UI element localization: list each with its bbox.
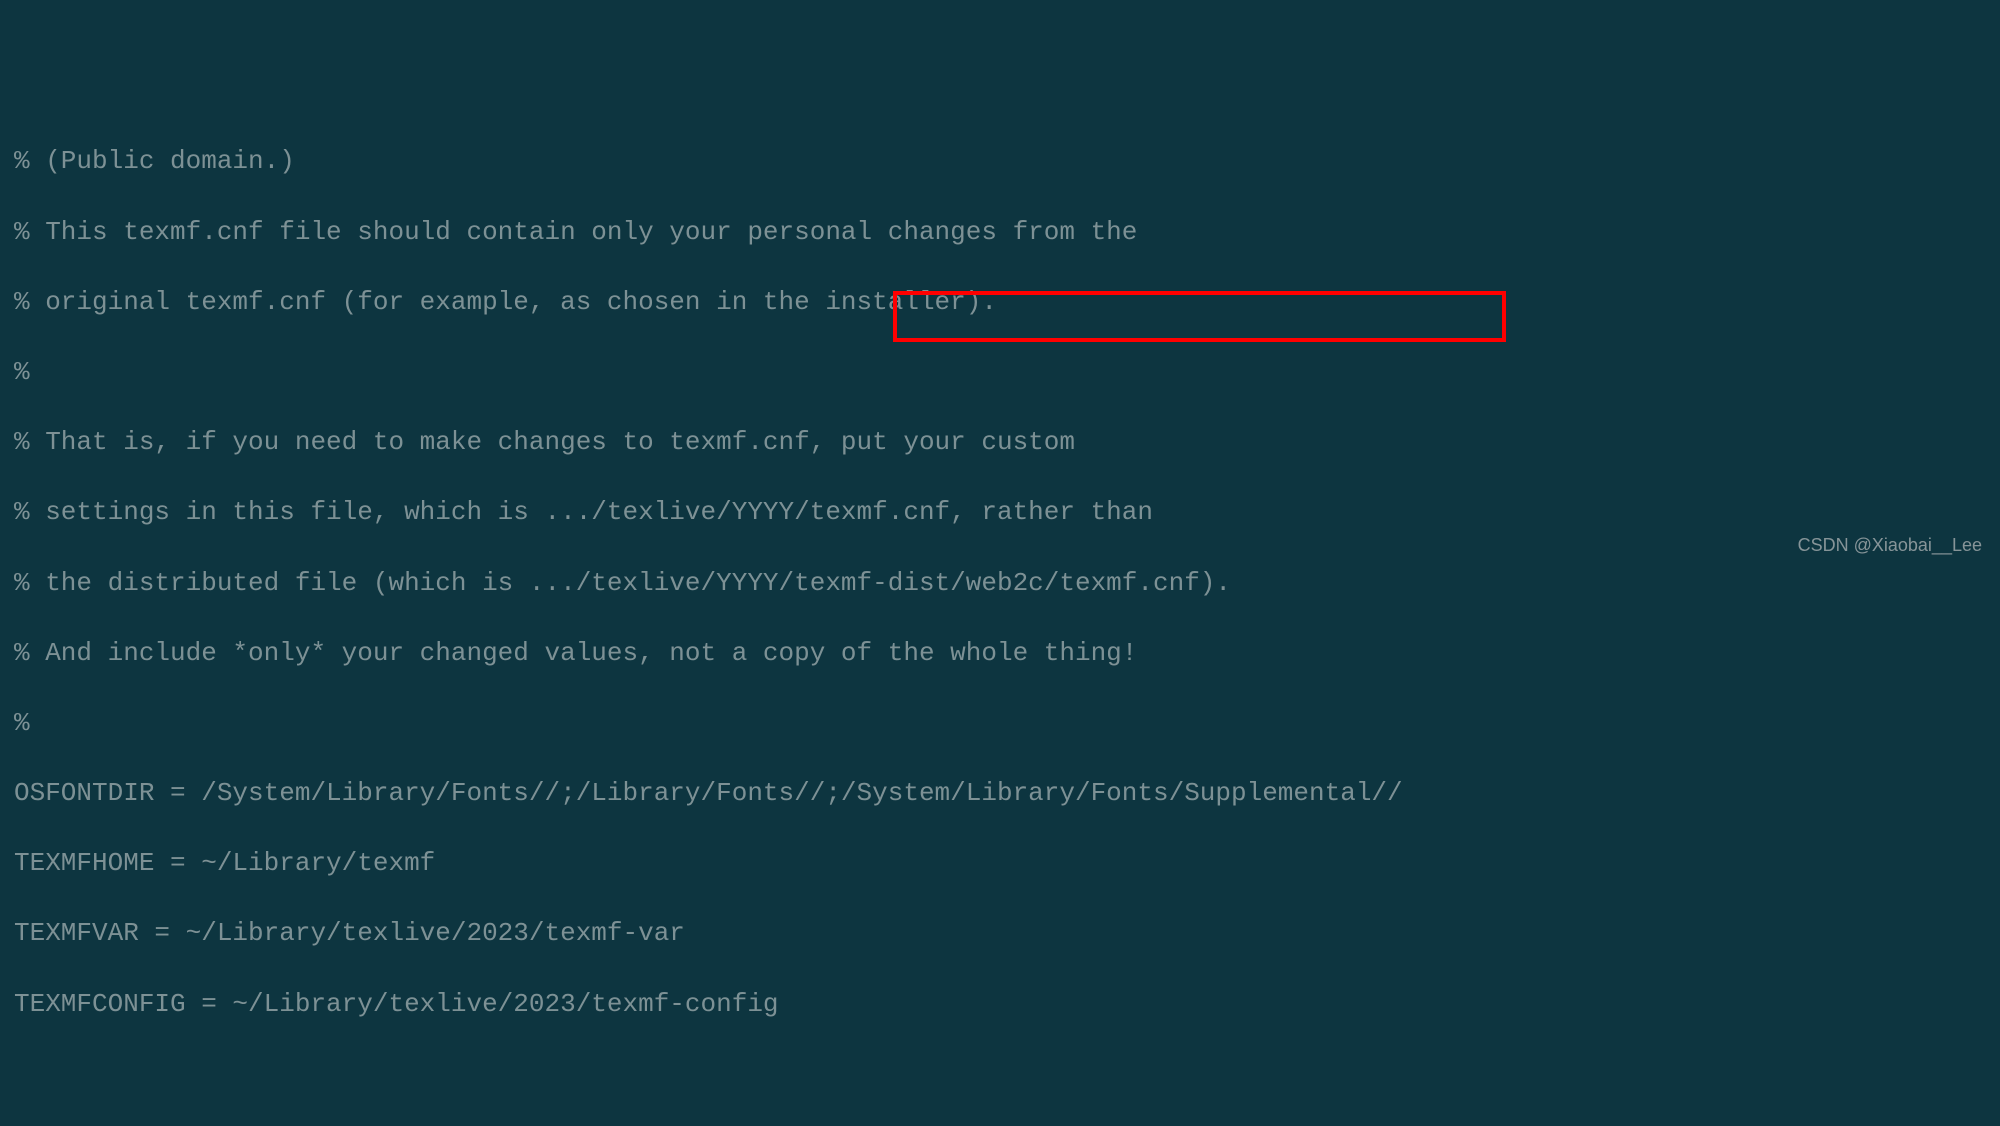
comment-line-6: % settings in this file, which is .../te… <box>14 495 1986 530</box>
watermark-text: CSDN @Xiaobai__Lee <box>1798 533 1982 557</box>
comment-line-8: % And include *only* your changed values… <box>14 636 1986 671</box>
comment-line-9: % <box>14 706 1986 741</box>
config-osfontdir: OSFONTDIR = /System/Library/Fonts//;/Lib… <box>14 776 1986 811</box>
config-texmfhome: TEXMFHOME = ~/Library/texmf <box>14 846 1986 881</box>
comment-line-5: % That is, if you need to make changes t… <box>14 425 1986 460</box>
comment-line-1: % (Public domain.) <box>14 144 1986 179</box>
config-texmfconfig: TEXMFCONFIG = ~/Library/texlive/2023/tex… <box>14 987 1986 1022</box>
config-texmfvar: TEXMFVAR = ~/Library/texlive/2023/texmf-… <box>14 916 1986 951</box>
comment-line-2: % This texmf.cnf file should contain onl… <box>14 215 1986 250</box>
comment-line-7: % the distributed file (which is .../tex… <box>14 566 1986 601</box>
comment-line-4: % <box>14 355 1986 390</box>
comment-line-3: % original texmf.cnf (for example, as ch… <box>14 285 1986 320</box>
